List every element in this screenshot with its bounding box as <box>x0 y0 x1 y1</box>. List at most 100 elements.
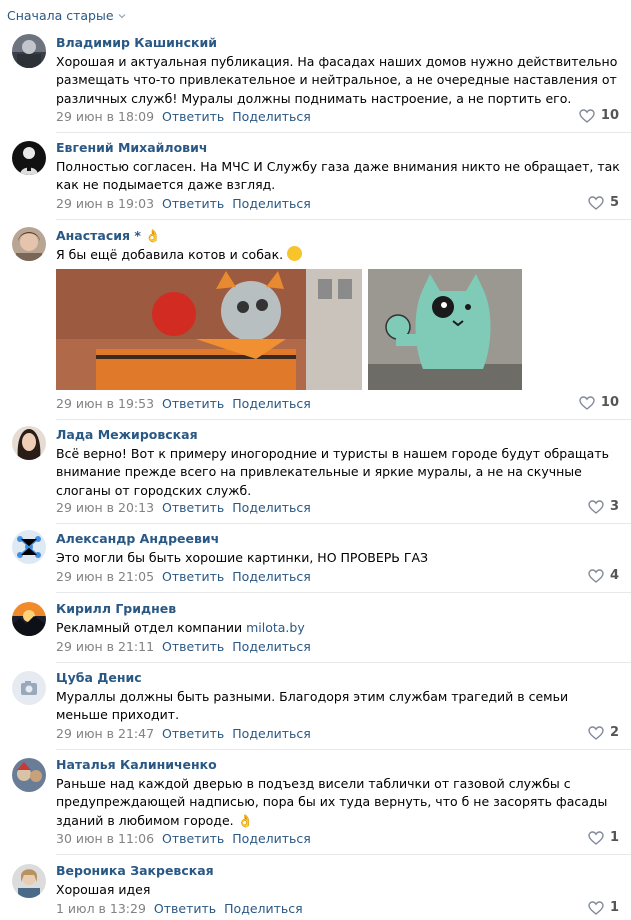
comment-link[interactable]: milota.by <box>246 620 305 635</box>
share-button[interactable]: Поделиться <box>232 638 311 655</box>
like-count: 2 <box>609 725 619 740</box>
comment-date[interactable]: 29 июн в 21:05 <box>56 568 154 585</box>
divider <box>56 132 631 133</box>
photo-attachments <box>56 269 623 391</box>
share-button[interactable]: Поделиться <box>232 395 311 412</box>
comment-author[interactable]: Владимир Кашинский <box>56 34 217 51</box>
comment-text-content: Я бы ещё добавила котов и собак. <box>56 247 284 262</box>
share-button[interactable]: Поделиться <box>232 830 311 847</box>
comment-meta: 29 июн в 20:13 Ответить Поделиться <box>56 499 311 516</box>
heart-icon <box>588 830 604 845</box>
like-count: 1 <box>609 900 619 915</box>
avatar[interactable] <box>12 530 46 564</box>
comment-text: Мураллы должны быть разными. Благодоря э… <box>56 689 569 723</box>
avatar[interactable] <box>12 227 46 261</box>
avatar[interactable] <box>12 426 46 460</box>
comment-date[interactable]: 29 июн в 20:13 <box>56 499 154 516</box>
heart-icon <box>588 568 604 583</box>
comment-text: Раньше над каждой дверью в подъезд висел… <box>56 775 623 830</box>
like-button[interactable]: 10 <box>579 395 619 410</box>
comment-author[interactable]: Кирилл Гриднев <box>56 600 176 617</box>
heart-icon <box>579 395 595 410</box>
reply-button[interactable]: Ответить <box>162 108 224 125</box>
heart-icon <box>588 499 604 514</box>
ok-hand-emoji-icon: 👌 <box>145 228 161 243</box>
like-button[interactable]: 2 <box>588 725 619 740</box>
reply-button[interactable]: Ответить <box>162 395 224 412</box>
heart-icon <box>579 108 595 123</box>
avatar[interactable] <box>12 671 46 705</box>
comment-author[interactable]: Наталья Калиниченко <box>56 756 217 773</box>
comment-date[interactable]: 29 июн в 21:47 <box>56 725 154 742</box>
avatar[interactable] <box>12 864 46 898</box>
comment-date[interactable]: 29 июн в 19:03 <box>56 195 154 212</box>
comment-author[interactable]: Анастасия * 👌 <box>56 227 161 244</box>
comment-meta: 29 июн в 19:53 Ответить Поделиться <box>56 395 311 412</box>
reply-button[interactable]: Ответить <box>162 499 224 516</box>
reply-button[interactable]: Ответить <box>162 830 224 847</box>
divider <box>56 592 631 593</box>
photo-cat-mural-1[interactable] <box>56 269 362 391</box>
comment-meta: 29 июн в 21:47 Ответить Поделиться <box>56 725 311 742</box>
comment-author[interactable]: Александр Андреевич <box>56 530 219 547</box>
comment-date[interactable]: 29 июн в 18:09 <box>56 108 154 125</box>
like-button[interactable]: 1 <box>588 900 619 915</box>
like-button[interactable]: 10 <box>579 108 619 123</box>
comment-date[interactable]: 30 июн в 11:06 <box>56 830 154 847</box>
photo-cat-mural-2[interactable] <box>368 269 522 391</box>
avatar[interactable] <box>12 758 46 792</box>
like-button[interactable]: 4 <box>588 568 619 583</box>
comment-author[interactable]: Евгений Михайлович <box>56 139 207 156</box>
share-button[interactable]: Поделиться <box>232 108 311 125</box>
comment-meta: 29 июн в 21:05 Ответить Поделиться <box>56 568 311 585</box>
avatar[interactable] <box>12 602 46 636</box>
comment-date[interactable]: 29 июн в 19:53 <box>56 395 154 412</box>
comment-author[interactable]: Цуба Денис <box>56 669 142 686</box>
comment-meta: 29 июн в 19:03 Ответить Поделиться <box>56 195 311 212</box>
like-count: 4 <box>609 568 619 583</box>
comment-text: Рекламный отдел компании milota.by <box>56 619 623 637</box>
divider <box>56 419 631 420</box>
reply-button[interactable]: Ответить <box>154 900 216 917</box>
comment-date[interactable]: 1 июл в 13:29 <box>56 900 146 917</box>
like-count: 10 <box>600 395 619 410</box>
divider <box>56 523 631 524</box>
sort-dropdown[interactable]: Сначала старые <box>7 8 126 23</box>
heart-icon <box>588 195 604 210</box>
comment-text: Полностью согласен. На МЧС И Службу газа… <box>56 159 620 193</box>
ok-hand-emoji-icon: 👌 <box>237 812 254 828</box>
reply-button[interactable]: Ответить <box>162 568 224 585</box>
comment-text: Это могли бы быть хорошие картинки, НО П… <box>56 550 429 565</box>
reply-button[interactable]: Ответить <box>162 638 224 655</box>
chevron-down-icon <box>118 13 125 18</box>
divider <box>56 749 631 750</box>
comment-author[interactable]: Лада Межировская <box>56 426 198 443</box>
heart-icon <box>588 900 604 915</box>
divider <box>56 219 631 220</box>
share-button[interactable]: Поделиться <box>232 195 311 212</box>
comment-text: Хорошая и актуальная публикация. На фаса… <box>56 54 618 106</box>
comment-text: Хорошая идея <box>56 882 151 897</box>
comment-date[interactable]: 29 июн в 21:11 <box>56 638 154 655</box>
avatar[interactable] <box>12 34 46 68</box>
like-count: 5 <box>609 195 619 210</box>
share-button[interactable]: Поделиться <box>232 725 311 742</box>
comment-text-content: Рекламный отдел компании <box>56 620 243 635</box>
comment-text: Я бы ещё добавила котов и собак. <box>56 246 623 264</box>
like-button[interactable]: 1 <box>588 830 619 845</box>
share-button[interactable]: Поделиться <box>224 900 303 917</box>
like-button[interactable]: 5 <box>588 195 619 210</box>
grin-emoji-icon <box>287 246 303 261</box>
like-count: 1 <box>609 830 619 845</box>
divider <box>56 854 631 855</box>
reply-button[interactable]: Ответить <box>162 725 224 742</box>
reply-button[interactable]: Ответить <box>162 195 224 212</box>
comment-text-content: Раньше над каждой дверью в подъезд висел… <box>56 776 608 828</box>
share-button[interactable]: Поделиться <box>232 568 311 585</box>
heart-icon <box>588 725 604 740</box>
like-button[interactable]: 3 <box>588 499 619 514</box>
comment-author[interactable]: Вероника Закревская <box>56 862 214 879</box>
avatar[interactable] <box>12 141 46 175</box>
comment-meta: 29 июн в 18:09 Ответить Поделиться <box>56 108 311 125</box>
share-button[interactable]: Поделиться <box>232 499 311 516</box>
